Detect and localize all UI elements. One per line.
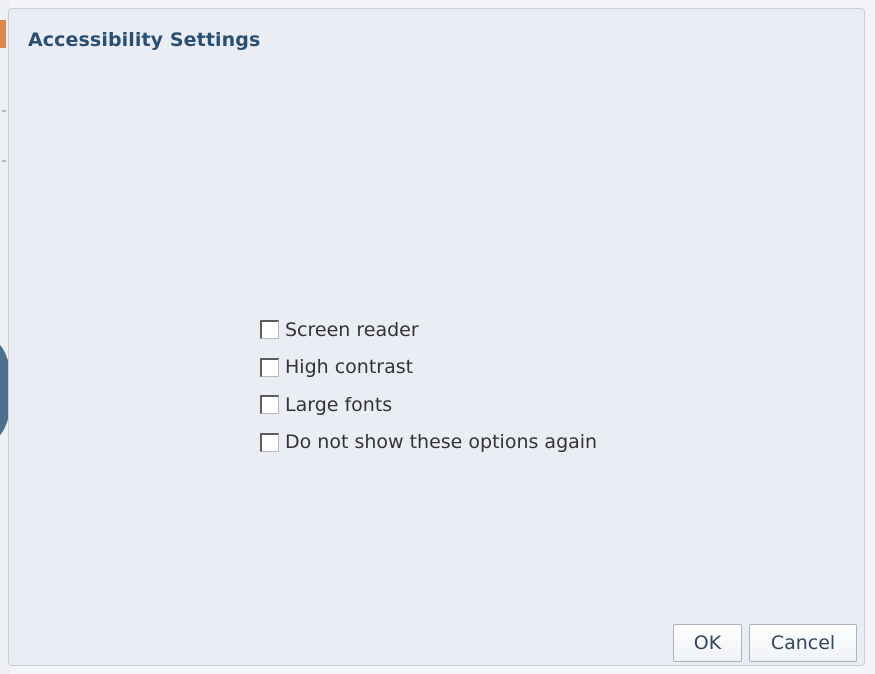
dialog-title: Accessibility Settings (28, 29, 261, 51)
high-contrast-checkbox[interactable] (260, 357, 279, 377)
background-divider (2, 110, 6, 112)
screen-reader-checkbox[interactable] (260, 320, 279, 340)
options-list: Screen reader High contrast Large fonts … (260, 311, 597, 461)
option-high-contrast[interactable]: High contrast (260, 349, 597, 387)
do-not-show-again-checkbox[interactable] (260, 432, 279, 452)
option-do-not-show-again[interactable]: Do not show these options again (260, 424, 597, 462)
ok-button[interactable]: OK (673, 624, 742, 662)
accessibility-settings-dialog: Accessibility Settings Screen reader Hig… (8, 8, 865, 666)
option-screen-reader[interactable]: Screen reader (260, 311, 597, 349)
cancel-button[interactable]: Cancel (749, 624, 857, 662)
option-label: Screen reader (285, 318, 419, 341)
option-label: Large fonts (285, 393, 393, 416)
option-label: Do not show these options again (285, 431, 598, 454)
large-fonts-checkbox[interactable] (260, 395, 279, 415)
screen: Accessibility Settings Screen reader Hig… (0, 0, 875, 674)
option-large-fonts[interactable]: Large fonts (260, 386, 597, 424)
option-label: High contrast (285, 356, 414, 379)
background-accent (0, 20, 6, 48)
background-divider (2, 160, 6, 162)
